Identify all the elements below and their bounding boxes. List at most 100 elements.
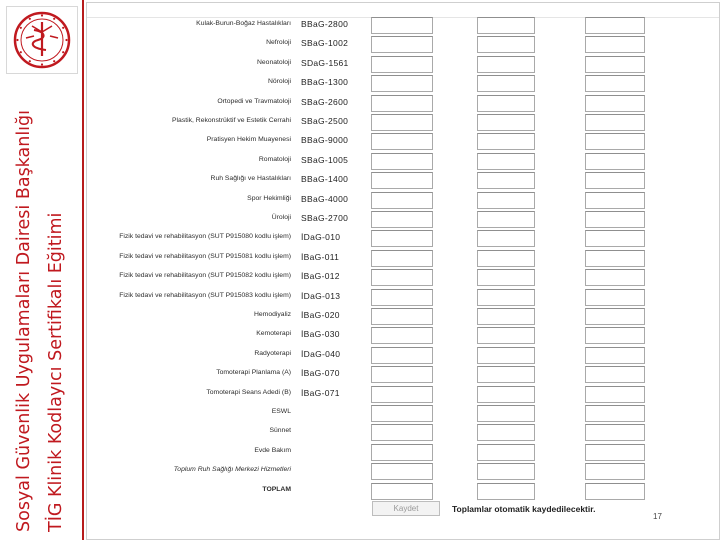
input-field-1[interactable] — [371, 133, 433, 151]
input-field-1[interactable] — [371, 55, 433, 73]
form-row: Nefroloji SBaG-1002 — [87, 36, 719, 55]
input-field-1[interactable] — [371, 94, 433, 112]
input-field-3[interactable] — [585, 249, 645, 267]
row-label: Romatoloji — [258, 155, 291, 163]
form-panel: Kulak-Burun-Boğaz Hastalıkları BBaG-2800 N… — [86, 2, 720, 540]
input-field-1[interactable] — [371, 405, 433, 422]
input-field-2[interactable] — [477, 191, 535, 209]
row-label: Fizik tedavi ve rehabilitasyon (SUT P915… — [119, 252, 291, 260]
input-field-2[interactable] — [477, 211, 535, 228]
input-field-3[interactable] — [585, 114, 645, 131]
row-code: İDaG-040 — [301, 348, 341, 359]
form-row: Nöroloji BBaG-1300 — [87, 75, 719, 94]
input-field-1[interactable] — [371, 482, 433, 500]
form-row: Neonatoloji SDaG-1561 — [87, 55, 719, 75]
brand-sidebar: Sosyal Güvenlik Uygulamaları Dairesi Baş… — [0, 0, 84, 540]
input-field-3[interactable] — [585, 36, 645, 54]
form-row: Tomoterapi Seans Adedi (B) İBaG-071 — [87, 385, 719, 405]
input-field-2[interactable] — [477, 405, 535, 422]
input-field-3[interactable] — [585, 327, 645, 345]
input-field-2[interactable] — [477, 269, 535, 287]
input-field-3[interactable] — [585, 230, 645, 248]
row-label: TOPLAM — [262, 485, 291, 493]
input-field-2[interactable] — [477, 133, 535, 151]
row-label: Hemodiyaliz — [253, 311, 291, 318]
input-field-1[interactable] — [371, 424, 433, 442]
input-field-1[interactable] — [371, 211, 433, 228]
input-field-2[interactable] — [477, 36, 535, 54]
input-field-3[interactable] — [585, 482, 645, 500]
input-field-1[interactable] — [371, 249, 433, 267]
input-field-2[interactable] — [477, 230, 535, 248]
input-field-2[interactable] — [477, 424, 535, 442]
input-field-1[interactable] — [371, 288, 433, 306]
input-field-1[interactable] — [371, 75, 433, 93]
input-field-2[interactable] — [477, 17, 535, 34]
input-field-1[interactable] — [371, 230, 433, 248]
form-row: Evde Bakım — [87, 443, 719, 463]
input-field-2[interactable] — [477, 308, 535, 325]
input-field-1[interactable] — [371, 463, 433, 481]
input-field-1[interactable] — [371, 308, 433, 325]
input-field-2[interactable] — [477, 463, 535, 481]
input-field-2[interactable] — [477, 55, 535, 73]
input-field-2[interactable] — [477, 114, 535, 131]
input-field-3[interactable] — [585, 133, 645, 151]
row-label: Toplum Ruh Sağlığı Merkezi Hizmetleri — [173, 466, 291, 474]
input-field-3[interactable] — [585, 172, 645, 190]
input-field-1[interactable] — [371, 269, 433, 287]
input-field-1[interactable] — [371, 327, 433, 345]
input-field-3[interactable] — [585, 75, 645, 93]
input-field-3[interactable] — [585, 55, 645, 73]
input-field-2[interactable] — [477, 94, 535, 112]
input-field-2[interactable] — [477, 75, 535, 93]
form-row: Üroloji SBaG-2700 — [87, 211, 719, 230]
input-field-1[interactable] — [371, 152, 433, 170]
input-field-3[interactable] — [585, 191, 645, 209]
input-field-3[interactable] — [585, 443, 645, 461]
input-field-2[interactable] — [477, 152, 535, 170]
save-button[interactable]: Kaydet — [372, 501, 440, 516]
input-field-3[interactable] — [585, 17, 645, 34]
input-field-1[interactable] — [371, 366, 433, 384]
input-field-3[interactable] — [585, 211, 645, 228]
input-field-3[interactable] — [585, 366, 645, 384]
input-field-2[interactable] — [477, 482, 535, 500]
input-field-2[interactable] — [477, 172, 535, 190]
input-field-3[interactable] — [585, 405, 645, 422]
row-label: Sünnet — [269, 427, 291, 435]
input-field-3[interactable] — [585, 269, 645, 287]
input-field-2[interactable] — [477, 366, 535, 384]
input-field-1[interactable] — [371, 346, 433, 364]
input-field-2[interactable] — [477, 327, 535, 345]
input-field-3[interactable] — [585, 424, 645, 442]
form-row: Kulak-Burun-Boğaz Hastalıkları BBaG-2800 — [87, 17, 719, 36]
input-field-2[interactable] — [477, 249, 535, 267]
input-field-1[interactable] — [371, 385, 433, 403]
form-row: Kemoterapi İBaG-030 — [87, 327, 719, 346]
row-code: BBaG-4000 — [301, 193, 349, 204]
row-label: Pratisyen Hekim Muayenesi — [206, 136, 291, 144]
input-field-1[interactable] — [371, 114, 433, 131]
input-field-3[interactable] — [585, 346, 645, 364]
input-field-2[interactable] — [477, 288, 535, 306]
input-field-3[interactable] — [585, 385, 645, 403]
input-field-1[interactable] — [371, 172, 433, 190]
input-field-2[interactable] — [477, 346, 535, 364]
input-field-1[interactable] — [371, 36, 433, 54]
health-ministry-emblem-icon — [13, 11, 71, 69]
form-row: Tomoterapi Planlama (A) İBaG-070 — [87, 366, 719, 385]
training-title: TİG Klinik Kodlayıcı Sertifikalı Eğitimi — [46, 212, 66, 532]
row-label: Fizik tedavi ve rehabilitasyon (SUT P915… — [119, 272, 291, 280]
row-code: BBaG-2800 — [301, 19, 349, 29]
input-field-3[interactable] — [585, 463, 645, 481]
input-field-1[interactable] — [371, 443, 433, 461]
input-field-1[interactable] — [371, 191, 433, 209]
input-field-3[interactable] — [585, 152, 645, 170]
input-field-3[interactable] — [585, 94, 645, 112]
input-field-3[interactable] — [585, 288, 645, 306]
input-field-2[interactable] — [477, 443, 535, 461]
input-field-3[interactable] — [585, 308, 645, 325]
input-field-2[interactable] — [477, 385, 535, 403]
input-field-1[interactable] — [371, 17, 433, 34]
